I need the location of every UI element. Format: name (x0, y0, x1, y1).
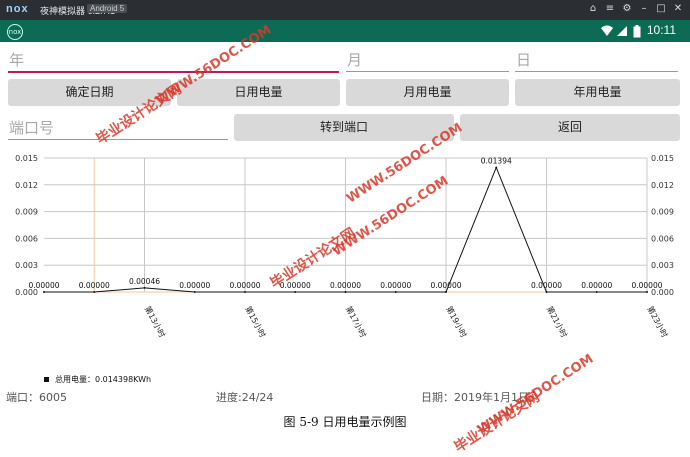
data-point (244, 291, 246, 293)
data-point (294, 291, 297, 293)
data-label: 0.00000 (79, 281, 110, 290)
legend-label: 总用电量：0.014398KWh (55, 375, 152, 384)
data-point (43, 291, 45, 293)
clock: 10:11 (646, 23, 676, 37)
data-point (394, 291, 397, 293)
emulator-title-bar: nox 夜神模拟器 6.2.7.1 Android 5 ⌂ ≡ ⚙ – □ ✕ (0, 0, 690, 20)
data-label: 0.00000 (581, 281, 612, 290)
month-placeholder: 月 (347, 51, 363, 69)
chart-legend: 总用电量：0.014398KWh (44, 374, 151, 385)
y-tick-label-right: 0.015 (651, 154, 674, 163)
data-point (344, 291, 347, 293)
day-field[interactable]: 日 (515, 45, 678, 72)
nox-logo: nox (6, 3, 29, 15)
goto-port-button[interactable]: 转到端口 (234, 114, 454, 141)
home-icon[interactable]: ⌂ (586, 3, 600, 14)
legend-swatch (44, 377, 49, 382)
x-tick-label: 第19小时 (444, 304, 469, 339)
y-tick-label-right: 0.009 (651, 208, 674, 217)
android-version-badge: Android 5 (87, 4, 128, 13)
close-icon[interactable]: ✕ (671, 3, 685, 14)
data-label: 0.00000 (430, 281, 461, 290)
data-label: 0.00000 (330, 281, 361, 290)
settings-icon[interactable]: ⚙ (620, 3, 634, 14)
x-tick-label: 第13小时 (143, 304, 168, 339)
x-tick-label: 第21小时 (545, 304, 570, 339)
minimize-icon[interactable]: – (637, 3, 651, 14)
x-tick-label: 第15小时 (243, 304, 268, 339)
wifi-signal-icon (601, 25, 627, 36)
data-label: 0.01394 (481, 156, 512, 165)
y-tick-label-left: 0.009 (15, 208, 38, 217)
progress-info: 进度:24/24 (216, 391, 274, 404)
data-label: 0.00046 (129, 277, 160, 286)
data-point (193, 291, 196, 293)
monthly-usage-button[interactable]: 月用电量 (346, 79, 509, 106)
year-field[interactable]: 年 (8, 45, 339, 73)
data-point (495, 166, 498, 169)
menu-icon[interactable]: ≡ (603, 3, 617, 14)
data-point (646, 291, 648, 293)
y-tick-label-right: 0.012 (651, 181, 674, 190)
data-label: 0.00000 (380, 281, 411, 290)
maximize-icon[interactable]: □ (654, 3, 668, 14)
y-tick-label-left: 0.012 (15, 181, 38, 190)
android-status-bar: nox 10:11 (0, 20, 690, 42)
y-tick-label-left: 0.006 (15, 234, 38, 243)
y-tick-label-right: 0.003 (651, 261, 674, 270)
data-point (445, 291, 447, 293)
yearly-usage-button[interactable]: 年用电量 (515, 79, 680, 106)
port-placeholder: 端口号 (9, 119, 55, 137)
data-point (595, 291, 598, 293)
data-point (143, 286, 146, 289)
x-tick-label: 第23小时 (645, 304, 670, 339)
port-info: 端口：6005 (6, 391, 67, 404)
year-placeholder: 年 (9, 51, 25, 69)
figure-caption: 图 5-9 日用电量示例图 (283, 415, 407, 429)
data-label: 0.00000 (531, 281, 562, 290)
data-label: 0.00000 (179, 281, 210, 290)
data-point (93, 291, 96, 293)
data-label: 0.00000 (229, 281, 260, 290)
battery-icon (633, 25, 641, 38)
y-tick-label-left: 0.015 (15, 154, 38, 163)
y-tick-label-left: 0.003 (15, 261, 38, 270)
app-notification-icon: nox (7, 24, 23, 40)
daily-usage-button[interactable]: 日用电量 (177, 79, 340, 106)
data-label: 0.00000 (631, 281, 662, 290)
back-button[interactable]: 返回 (460, 114, 680, 141)
x-tick-label: 第17小时 (344, 304, 369, 339)
data-label: 0.00000 (28, 281, 59, 290)
month-field[interactable]: 月 (346, 45, 509, 72)
day-placeholder: 日 (516, 51, 532, 69)
data-point (545, 291, 548, 293)
y-tick-label-right: 0.006 (651, 234, 674, 243)
